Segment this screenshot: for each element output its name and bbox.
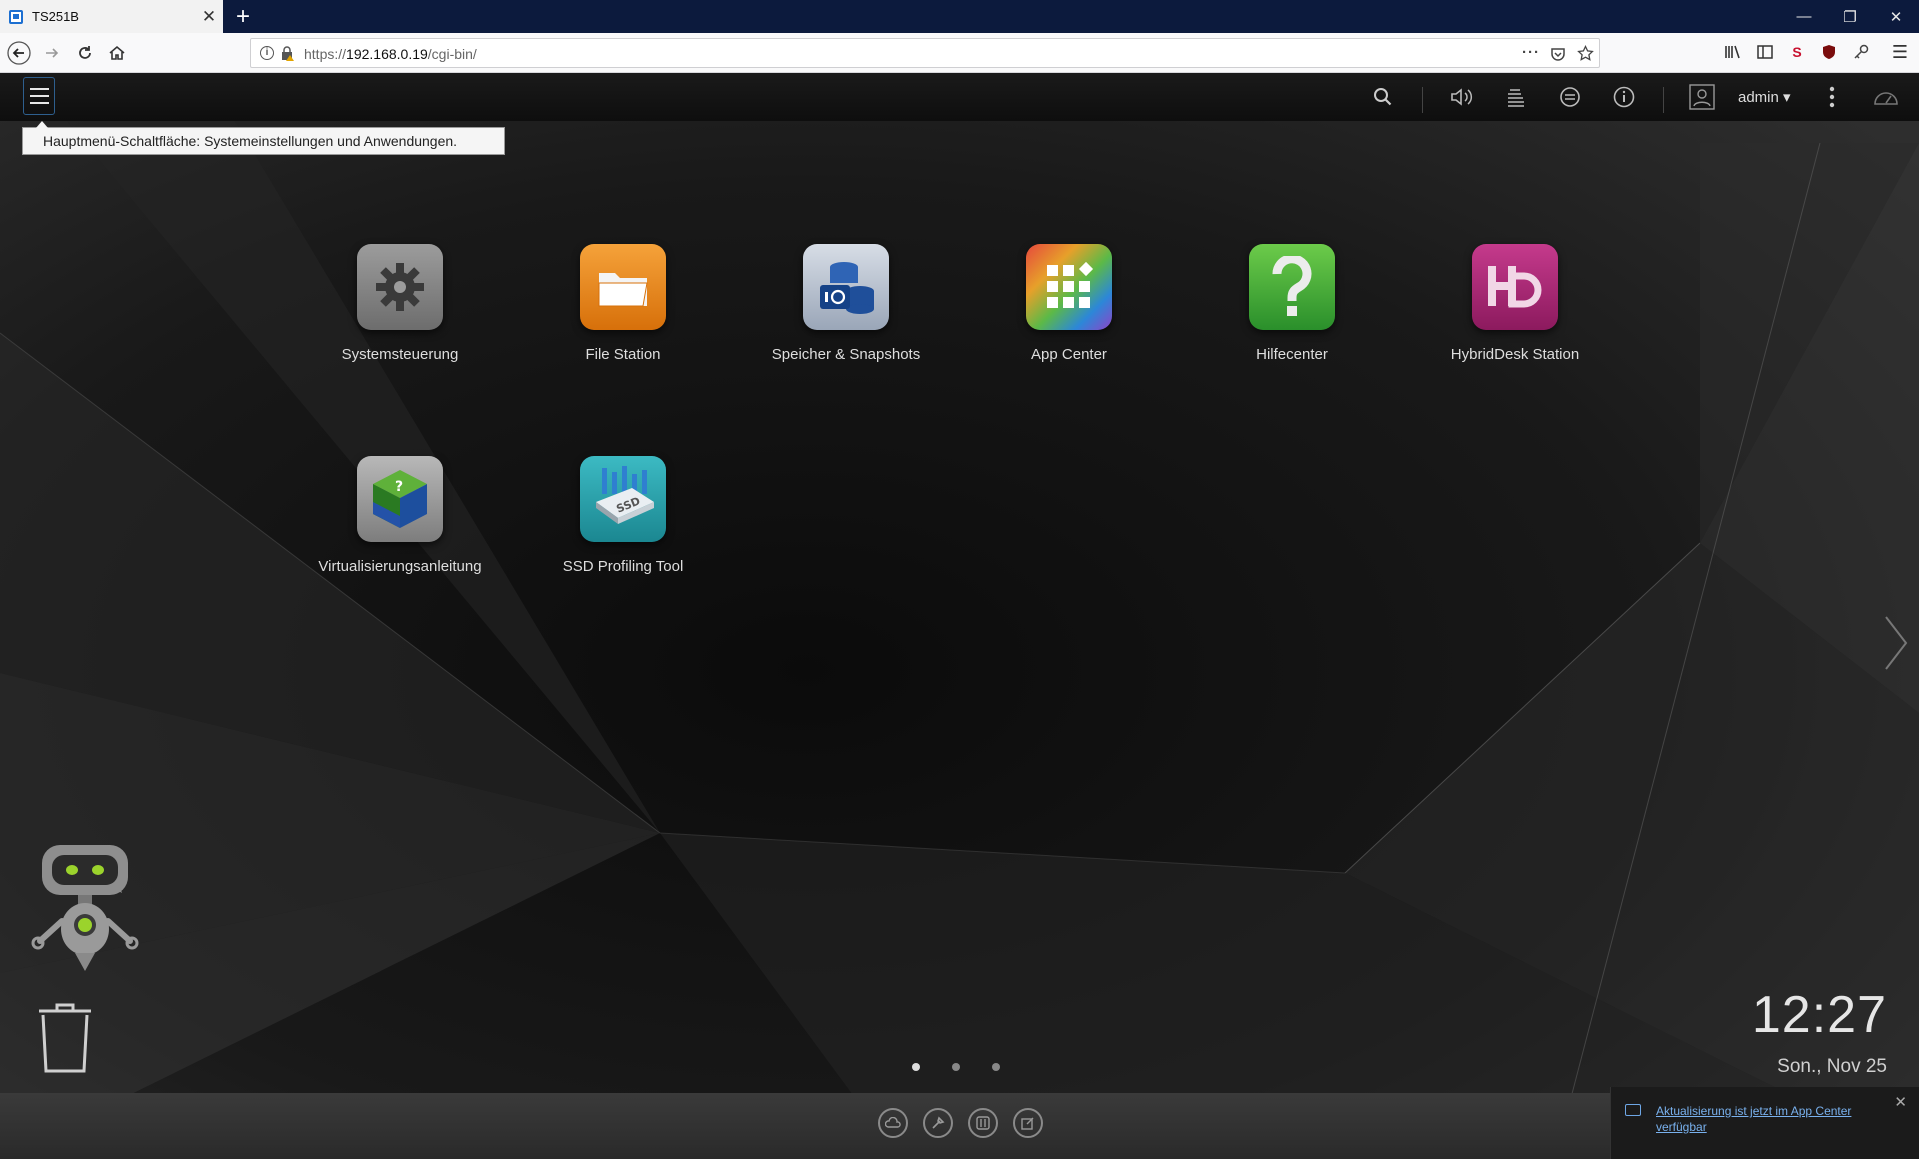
user-menu[interactable]: admin ▾ bbox=[1738, 88, 1791, 106]
reload-button[interactable] bbox=[72, 40, 98, 66]
virtualization-cube-icon: ? bbox=[357, 456, 443, 542]
new-tab-button[interactable]: + bbox=[231, 3, 255, 31]
url-text: https://192.168.0.19/cgi-bin/ bbox=[304, 46, 477, 62]
browser-navbar: i https://192.168.0.19/cgi-bin/ ··· S ☰ bbox=[0, 33, 1919, 73]
ublock-shield-icon[interactable] bbox=[1818, 41, 1840, 63]
app-systemsteuerung[interactable]: Systemsteuerung bbox=[310, 244, 490, 363]
notification-close-icon[interactable]: ✕ bbox=[1894, 1093, 1907, 1111]
url-host: 192.168.0.19 bbox=[346, 46, 428, 62]
background-tasks-icon[interactable] bbox=[1502, 83, 1530, 111]
user-avatar-icon[interactable] bbox=[1688, 83, 1716, 111]
app-label: SSD Profiling Tool bbox=[562, 558, 684, 575]
sidebar-icon[interactable] bbox=[1754, 41, 1776, 63]
main-menu-button[interactable] bbox=[23, 77, 55, 115]
svg-text:?: ? bbox=[395, 479, 403, 495]
search-icon[interactable] bbox=[1369, 83, 1397, 111]
desktop-date: Son., Nov 25 bbox=[1777, 1056, 1887, 1077]
close-window-button[interactable]: ✕ bbox=[1873, 0, 1919, 33]
home-button[interactable] bbox=[104, 40, 130, 66]
url-path: /cgi-bin/ bbox=[427, 46, 477, 62]
bookmark-star-icon[interactable] bbox=[1577, 45, 1594, 62]
question-icon bbox=[1249, 244, 1335, 330]
update-notification: Aktualisierung ist jetzt im App Center v… bbox=[1610, 1087, 1919, 1159]
qnap-favicon-icon bbox=[9, 9, 23, 24]
extension-s-icon[interactable]: S bbox=[1786, 41, 1808, 63]
info-icon[interactable]: i bbox=[260, 46, 274, 60]
storage-icon bbox=[803, 244, 889, 330]
url-bar[interactable]: i https://192.168.0.19/cgi-bin/ ··· bbox=[250, 38, 1600, 68]
qts-desktop: admin ▾ Hauptmenü-Schaltfläche: Systemei… bbox=[0, 73, 1919, 1159]
tab-close-icon[interactable]: ✕ bbox=[195, 7, 223, 27]
browser-menu-icon[interactable]: ☰ bbox=[1889, 41, 1911, 63]
qts-topbar: admin ▾ bbox=[0, 73, 1919, 121]
library-icon[interactable] bbox=[1722, 41, 1744, 63]
tab-title: TS251B bbox=[32, 9, 79, 24]
browser-titlebar: TS251B ✕ + — ❐ ✕ bbox=[0, 0, 1919, 33]
topbar-divider bbox=[1663, 87, 1664, 113]
desktop-clock: 12:27 bbox=[1751, 986, 1887, 1044]
app-hybriddesk-station[interactable]: HybridDesk Station bbox=[1425, 244, 1605, 363]
app-virtualisierungsanleitung[interactable]: ? Virtualisierungsanleitung bbox=[310, 456, 490, 575]
external-device-icon[interactable] bbox=[1556, 83, 1584, 111]
utility-tools-icon[interactable] bbox=[923, 1108, 953, 1138]
app-label: Speicher & Snapshots bbox=[771, 346, 921, 363]
user-name: admin bbox=[1738, 89, 1779, 106]
folder-icon bbox=[580, 244, 666, 330]
next-page-arrow-icon[interactable] bbox=[1882, 613, 1910, 673]
app-ssd-profiling-tool[interactable]: SSD SSD Profiling Tool bbox=[533, 456, 713, 575]
topbar-divider bbox=[1422, 87, 1423, 113]
app-file-station[interactable]: File Station bbox=[533, 244, 713, 363]
robot-assistant-icon[interactable] bbox=[30, 843, 140, 973]
page-actions-icon[interactable]: ··· bbox=[1522, 44, 1540, 61]
volume-icon[interactable] bbox=[1448, 83, 1476, 111]
gear-icon bbox=[357, 244, 443, 330]
trash-icon[interactable] bbox=[36, 1001, 94, 1075]
url-prefix: https:// bbox=[304, 46, 347, 62]
feedback-icon[interactable] bbox=[1013, 1108, 1043, 1138]
desktop-wallpaper bbox=[0, 73, 1919, 1159]
minimize-button[interactable]: — bbox=[1781, 0, 1827, 33]
app-label: Hilfecenter bbox=[1256, 346, 1328, 363]
back-button[interactable] bbox=[6, 40, 32, 66]
page-dot[interactable] bbox=[912, 1063, 920, 1071]
restore-button[interactable]: ❐ bbox=[1827, 0, 1873, 33]
app-label: Systemsteuerung bbox=[341, 346, 459, 363]
app-hilfecenter[interactable]: Hilfecenter bbox=[1202, 244, 1382, 363]
page-indicator bbox=[912, 1063, 1000, 1071]
app-label: File Station bbox=[585, 346, 661, 363]
app-label: HybridDesk Station bbox=[1450, 346, 1580, 363]
more-options-icon[interactable] bbox=[1818, 83, 1846, 111]
ssd-icon: SSD bbox=[580, 456, 666, 542]
hd-icon bbox=[1472, 244, 1558, 330]
pocket-icon[interactable] bbox=[1550, 46, 1566, 62]
lock-warning-icon[interactable] bbox=[281, 45, 294, 61]
update-notification-link[interactable]: Aktualisierung ist jetzt im App Center v… bbox=[1656, 1103, 1886, 1135]
dashboard-gauge-icon[interactable] bbox=[1872, 83, 1900, 111]
app-speicher-snapshots[interactable]: Speicher & Snapshots bbox=[756, 244, 936, 363]
app-label: Virtualisierungsanleitung bbox=[318, 558, 482, 575]
browser-tab[interactable]: TS251B ✕ bbox=[0, 0, 223, 33]
page-dot[interactable] bbox=[992, 1063, 1000, 1071]
main-menu-tooltip: Hauptmenü-Schaltfläche: Systemeinstellun… bbox=[22, 121, 505, 155]
app-label: App Center bbox=[1031, 346, 1107, 363]
key-icon[interactable] bbox=[1850, 41, 1872, 63]
multimedia-icon[interactable] bbox=[968, 1108, 998, 1138]
message-icon bbox=[1625, 1104, 1641, 1116]
app-grid-icon bbox=[1026, 244, 1112, 330]
info-circle-icon[interactable] bbox=[1610, 83, 1638, 111]
myqnapcloud-icon[interactable] bbox=[878, 1108, 908, 1138]
page-dot[interactable] bbox=[952, 1063, 960, 1071]
forward-button[interactable] bbox=[39, 40, 65, 66]
app-app-center[interactable]: App Center bbox=[979, 244, 1159, 363]
